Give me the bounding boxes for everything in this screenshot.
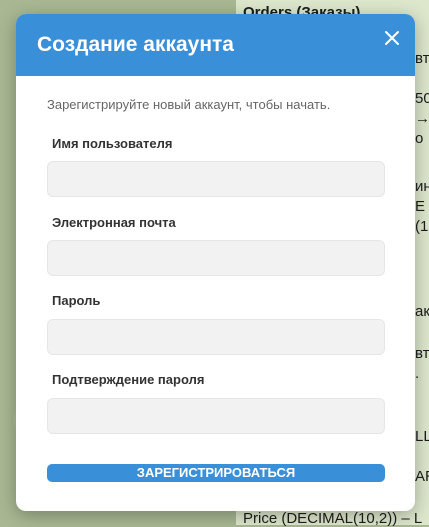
register-button[interactable]: ЗАРЕГИСТРИРОВАТЬСЯ (47, 464, 385, 482)
create-account-modal: Создание аккаунта Зарегистрируйте новый … (16, 14, 415, 511)
username-input[interactable] (47, 161, 385, 197)
background-line: Price (DECIMAL(10,2)) – L (243, 510, 423, 527)
intro-text: Зарегистрируйте новый аккаунт, чтобы нач… (47, 97, 331, 112)
password-confirm-label: Подтверждение пароля (52, 372, 205, 387)
background-line: вто (415, 50, 429, 67)
background-line: AR (415, 468, 429, 485)
background-line: → (415, 110, 429, 127)
background-line: (10 (415, 218, 429, 235)
background-line: ин (415, 178, 429, 195)
email-input[interactable] (47, 240, 385, 276)
close-button[interactable] (381, 27, 403, 49)
email-label: Электронная почта (52, 215, 176, 230)
modal-title: Создание аккаунта (37, 33, 234, 56)
background-line: Е (415, 198, 426, 215)
background-line: о (415, 130, 424, 147)
background-line: LL) (415, 428, 429, 445)
close-icon[interactable] (381, 27, 403, 49)
background-line: . (415, 365, 420, 382)
background-line: 50 (415, 90, 429, 107)
background-line: ак (415, 303, 429, 320)
modal-header: Создание аккаунта (16, 14, 415, 76)
username-label: Имя пользователя (52, 136, 173, 151)
password-confirm-input[interactable] (47, 398, 385, 434)
password-input[interactable] (47, 319, 385, 355)
password-label: Пароль (52, 293, 101, 308)
background-line: вто (415, 345, 429, 362)
